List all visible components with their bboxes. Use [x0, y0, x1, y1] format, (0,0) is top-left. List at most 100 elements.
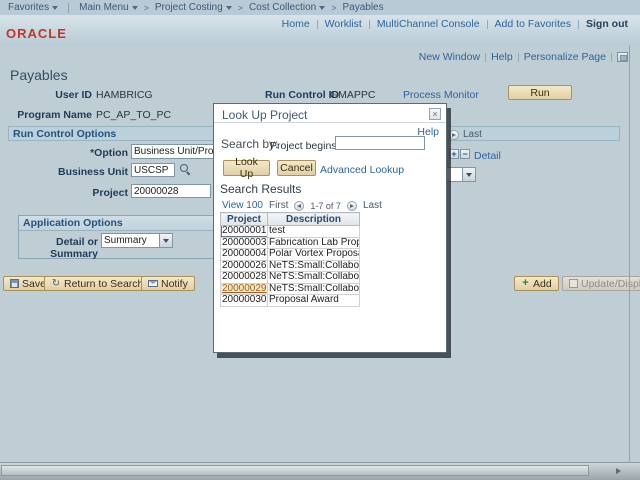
- project-cell[interactable]: 20000001: [221, 226, 268, 238]
- close-icon[interactable]: [429, 108, 441, 120]
- project-search-input[interactable]: [335, 136, 425, 150]
- description-cell[interactable]: NeTS:Small:Collaborative:Infra: [268, 283, 360, 295]
- new-window-link[interactable]: New Window: [419, 51, 480, 63]
- delete-row-button[interactable]: [460, 149, 470, 159]
- multichannel-console-link[interactable]: MultiChannel Console: [377, 18, 480, 30]
- run-control-options-title: Run Control Options: [13, 128, 116, 140]
- description-cell[interactable]: NeTS:Small:Collaborative:Infra: [268, 260, 360, 272]
- breadcrumb-cost-collection-label: Cost Collection: [249, 2, 316, 13]
- business-unit-label: Business Unit: [36, 166, 128, 178]
- pager-first-label[interactable]: First: [269, 200, 288, 211]
- help-link[interactable]: Help: [491, 51, 513, 63]
- project-cell[interactable]: 20000030: [221, 295, 268, 307]
- table-row: 20000026 NeTS:Small:Collaborative:Infra: [221, 260, 360, 272]
- project-cell[interactable]: 20000026: [221, 260, 268, 272]
- nav-separator: [611, 53, 612, 62]
- breadcrumb-divider: [68, 3, 69, 13]
- chevron-down-icon: [226, 6, 232, 10]
- project-link[interactable]: 20000028: [222, 272, 267, 283]
- pager-last-label[interactable]: Last: [363, 200, 382, 211]
- project-link[interactable]: 20000029: [222, 283, 267, 294]
- save-label: Save: [22, 278, 46, 290]
- top-nav: Home Worklist MultiChannel Console Add t…: [282, 18, 628, 30]
- business-unit-lookup-icon[interactable]: [180, 164, 191, 175]
- utility-nav: New Window Help Personalize Page: [419, 51, 628, 63]
- page-title: Payables: [10, 67, 68, 83]
- breadcrumb-main-menu[interactable]: Main Menu: [79, 2, 137, 13]
- description-cell[interactable]: NeTS:Small:Collaborative:Infra: [268, 272, 360, 284]
- personalize-layout-icon[interactable]: [617, 52, 628, 62]
- worklist-link[interactable]: Worklist: [325, 18, 362, 30]
- return-to-search-label: Return to Search: [64, 278, 143, 290]
- process-monitor-link[interactable]: Process Monitor: [403, 89, 479, 101]
- update-display-label: Update/Display: [581, 278, 640, 290]
- project-input[interactable]: [131, 184, 211, 198]
- project-cell[interactable]: 20000029: [221, 283, 268, 295]
- description-column-header: Description: [268, 213, 360, 226]
- pager-prev-icon[interactable]: [294, 201, 304, 211]
- scrollbar-right-arrow-icon[interactable]: [616, 468, 621, 474]
- table-header-row: Project Description: [221, 213, 360, 226]
- pager-next-icon[interactable]: [449, 130, 459, 140]
- project-link[interactable]: 20000026: [222, 260, 267, 271]
- option-label: *Option: [36, 147, 128, 159]
- view-100-link[interactable]: View 100: [222, 200, 263, 211]
- run-control-id-value: GMAPPC: [330, 89, 376, 101]
- project-link[interactable]: 20000004: [222, 249, 267, 260]
- pager-next-icon[interactable]: [347, 201, 357, 211]
- detail-link[interactable]: Detail: [474, 150, 501, 162]
- content-right-border: [629, 46, 630, 462]
- description-cell[interactable]: Proposal Award: [268, 295, 360, 307]
- breadcrumb-payables-label: Payables: [342, 2, 383, 13]
- user-id-label: User ID: [0, 89, 92, 101]
- project-cell[interactable]: 20000004: [221, 249, 268, 261]
- look-up-button[interactable]: Look Up: [223, 160, 270, 176]
- project-link[interactable]: 20000001: [222, 226, 267, 237]
- breadcrumb-project-costing[interactable]: Project Costing: [155, 2, 232, 13]
- notify-button[interactable]: Notify: [141, 276, 195, 291]
- results-pager: View 100 First 1-7 of 7 Last: [222, 200, 382, 211]
- personalize-page-link[interactable]: Personalize Page: [524, 51, 606, 63]
- return-to-search-button[interactable]: Return to Search: [44, 276, 150, 291]
- project-cell[interactable]: 20000003: [221, 237, 268, 249]
- detail-or-summary-select[interactable]: Summary: [101, 233, 173, 248]
- breadcrumb-separator-icon: [144, 3, 149, 13]
- project-link[interactable]: 20000030: [222, 295, 267, 306]
- sign-out-link[interactable]: Sign out: [586, 18, 628, 30]
- arrow-right-icon: [452, 133, 456, 137]
- project-cell[interactable]: 20000028: [221, 272, 268, 284]
- nav-separator: [487, 20, 488, 29]
- nav-separator: [369, 20, 370, 29]
- project-link[interactable]: 20000003: [222, 237, 267, 248]
- breadcrumb-favorites-label: Favorites: [8, 2, 49, 13]
- add-to-favorites-link[interactable]: Add to Favorites: [495, 18, 571, 30]
- business-unit-input[interactable]: [131, 163, 175, 177]
- update-display-icon: [569, 279, 578, 288]
- arrow-right-icon: [350, 204, 354, 208]
- run-button[interactable]: Run: [508, 85, 572, 100]
- user-id-value: HAMBRICG: [96, 89, 153, 101]
- add-button[interactable]: Add: [514, 276, 559, 291]
- pager-last-label[interactable]: Last: [463, 129, 482, 140]
- nav-separator: [518, 53, 519, 62]
- dropdown-arrow-icon: [159, 234, 172, 247]
- horizontal-scrollbar[interactable]: [0, 462, 640, 480]
- breadcrumb-favorites[interactable]: Favorites: [8, 2, 58, 13]
- nav-separator: [317, 20, 318, 29]
- advanced-lookup-link[interactable]: Advanced Lookup: [320, 164, 404, 176]
- add-row-button[interactable]: [449, 149, 459, 159]
- run-control-id-label: Run Control ID: [265, 89, 339, 101]
- oracle-logo: ORACLE: [6, 26, 67, 41]
- save-icon: [10, 279, 19, 288]
- scrollbar-thumb[interactable]: [1, 465, 589, 476]
- description-cell[interactable]: Fabrication Lab Proposal: [268, 237, 360, 249]
- description-cell[interactable]: Polar Vortex Proposal: [268, 249, 360, 261]
- notify-label: Notify: [161, 278, 188, 290]
- breadcrumb-payables[interactable]: Payables: [342, 2, 383, 13]
- program-name-label: Program Name: [0, 109, 92, 121]
- plus-icon: [521, 279, 530, 288]
- breadcrumb-cost-collection[interactable]: Cost Collection: [249, 2, 325, 13]
- cancel-button[interactable]: Cancel: [277, 160, 316, 176]
- home-link[interactable]: Home: [282, 18, 310, 30]
- description-cell[interactable]: test: [268, 226, 360, 238]
